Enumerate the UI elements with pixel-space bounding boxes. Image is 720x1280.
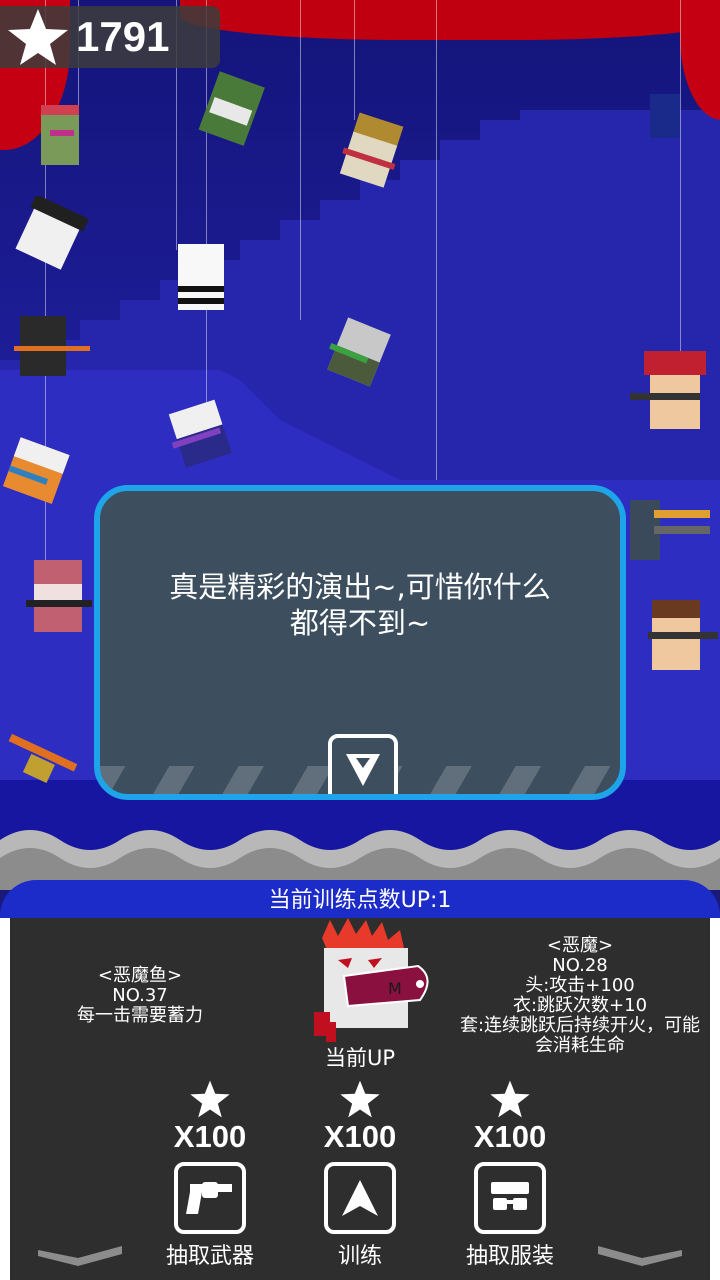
stage-floor	[0, 830, 720, 890]
train-action: X100 训练	[285, 1078, 435, 1270]
puppet-character	[630, 351, 706, 429]
train-label: 训练	[337, 1244, 382, 1269]
draw-costume-label: 抽取服装	[465, 1244, 554, 1269]
left-costume-number: NO.37	[112, 985, 168, 1006]
puppet-character	[327, 317, 391, 387]
puppet-character	[178, 244, 224, 310]
train-button[interactable]	[324, 1162, 396, 1234]
right-costume-set-2: 会消耗生命	[535, 1035, 625, 1056]
curtain-top	[180, 0, 720, 40]
right-costume-head: 头:攻击+100	[525, 975, 635, 996]
puppet-character	[648, 600, 718, 670]
puppet-character	[630, 500, 710, 560]
game-stage: 1791 真是精彩的演出~,可惜你什么 都得不到~	[0, 0, 720, 880]
dialog-line-1: 真是精彩的演出~,可惜你什么	[169, 570, 551, 604]
draw-weapon-label: 抽取武器	[165, 1244, 254, 1269]
panel-title: 当前训练点数UP:1	[0, 880, 720, 920]
star-icon	[340, 1080, 380, 1118]
star-icon	[190, 1080, 230, 1118]
corner-decoration-right	[598, 1246, 682, 1266]
corner-decoration-left	[38, 1246, 122, 1266]
left-costume-name: <恶魔鱼>	[97, 965, 183, 986]
draw-weapon-button[interactable]	[174, 1162, 246, 1234]
dialog-text: 真是精彩的演出~,可惜你什么 都得不到~	[120, 569, 600, 641]
score-value: 1791	[76, 13, 170, 60]
sunglasses-icon	[491, 1182, 529, 1210]
right-costume-set-1: 套:连续跳跃后持续开火，可能	[459, 1015, 701, 1036]
arrow-up-icon	[342, 1180, 378, 1216]
dialog-line-2: 都得不到~	[289, 606, 431, 640]
puppet-character	[26, 560, 92, 632]
puppet-character	[339, 112, 404, 188]
star-icon	[8, 9, 68, 65]
puppet-character	[14, 316, 90, 376]
left-costume-desc: 每一击需要蓄力	[77, 1005, 203, 1026]
draw-weapon-action: X100 抽取武器	[135, 1078, 285, 1270]
left-costume-info: <恶魔鱼> NO.37 每一击需要蓄力	[60, 966, 220, 1026]
puppet-character	[41, 105, 79, 165]
current-up-label: 当前UP	[324, 1046, 396, 1070]
right-costume-number: NO.28	[552, 955, 608, 976]
puppet-character	[15, 196, 89, 270]
dialog-box[interactable]: 真是精彩的演出~,可惜你什么 都得不到~	[94, 485, 626, 800]
svg-text:M: M	[388, 979, 402, 998]
puppet-character	[198, 71, 265, 146]
puppet-character	[2, 437, 70, 504]
right-costume-info: <恶魔> NO.28 头:攻击+100 衣:跳跃次数+10 套:连续跳跃后持续开…	[440, 936, 720, 1056]
revolver-icon	[186, 1182, 232, 1214]
right-costume-clothes: 衣:跳跃次数+10	[512, 995, 648, 1016]
star-icon	[490, 1080, 530, 1118]
draw-costume-cost: X100	[473, 1119, 547, 1154]
train-cost: X100	[323, 1119, 397, 1154]
draw-costume-action: X100 抽取服装	[435, 1078, 585, 1270]
draw-costume-button[interactable]	[474, 1162, 546, 1234]
draw-weapon-cost: X100	[173, 1119, 247, 1154]
current-up-character: M	[314, 918, 429, 1042]
score-counter: 1791	[0, 6, 220, 68]
puppet-character	[168, 399, 232, 468]
puppet-character	[650, 94, 680, 138]
right-costume-name: <恶魔>	[546, 935, 614, 956]
